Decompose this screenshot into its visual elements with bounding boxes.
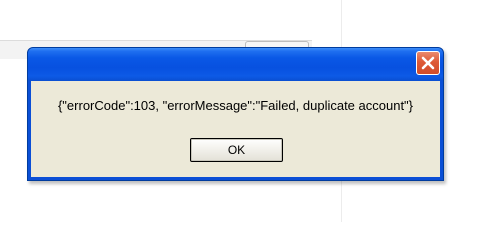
close-button[interactable] [416, 51, 440, 75]
alert-dialog: {"errorCode":103, "errorMessage":"Failed… [27, 47, 444, 181]
dialog-title-bar[interactable] [28, 48, 443, 81]
ok-button[interactable]: OK [190, 138, 283, 162]
dialog-message: {"errorCode":103, "errorMessage":"Failed… [57, 98, 414, 113]
close-icon [421, 56, 435, 70]
dialog-body: {"errorCode":103, "errorMessage":"Failed… [31, 81, 440, 177]
